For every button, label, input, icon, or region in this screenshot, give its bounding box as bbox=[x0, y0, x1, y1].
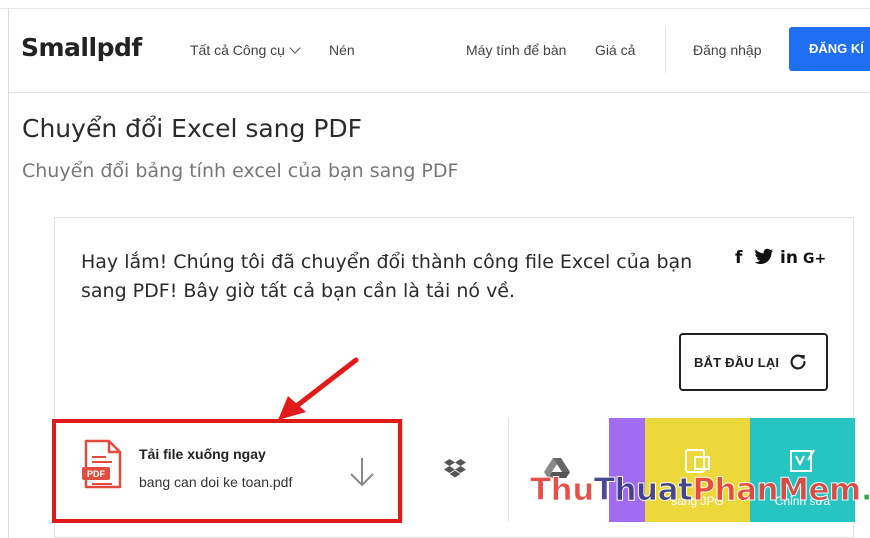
convert-to-jpg-tile[interactable]: sang JPG bbox=[645, 418, 750, 522]
linkedin-share-icon[interactable]: in bbox=[780, 248, 798, 268]
smallpdf-logo[interactable]: Smallpdf bbox=[21, 33, 142, 62]
top-navigation-bar: Smallpdf Tất cả Công cụ Nén Máy tính để … bbox=[9, 9, 870, 93]
result-card: Hay lắm! Chúng tôi đã chuyển đổi thành c… bbox=[54, 217, 855, 538]
pdf-badge-text: PDF bbox=[87, 469, 106, 479]
download-filename: bang can doi ke toan.pdf bbox=[139, 474, 293, 490]
nav-all-tools-label: Tất cả Công cụ bbox=[190, 42, 285, 58]
download-arrow-icon bbox=[350, 458, 374, 487]
facebook-share-icon[interactable]: f bbox=[735, 248, 742, 268]
window-top-edge bbox=[0, 0, 870, 9]
restart-button[interactable]: BẮT ĐẦU LẠI bbox=[679, 333, 828, 391]
google-drive-icon bbox=[544, 458, 570, 478]
dropbox-icon bbox=[444, 459, 466, 478]
success-message: Hay lắm! Chúng tôi đã chuyển đổi thành c… bbox=[81, 251, 693, 302]
login-link[interactable]: Đăng nhập bbox=[693, 42, 762, 58]
download-title: Tải file xuống ngay bbox=[139, 446, 266, 462]
convert-to-jpg-label: sang JPG bbox=[671, 494, 724, 508]
nav-all-tools[interactable]: Tất cả Công cụ bbox=[190, 42, 301, 58]
pdf-file-icon: PDF bbox=[82, 439, 122, 489]
save-to-dropbox-button[interactable] bbox=[402, 418, 508, 522]
google-plus-share-icon[interactable]: G+ bbox=[803, 251, 826, 267]
refresh-icon bbox=[790, 354, 806, 370]
nav-pricing[interactable]: Giá cả bbox=[595, 42, 635, 58]
edit-pdf-tile[interactable]: Chỉnh sửa bbox=[750, 418, 855, 522]
purple-tool-tile[interactable] bbox=[609, 418, 645, 522]
download-now-button[interactable]: PDF Tải file xuống ngay bang can doi ke … bbox=[55, 418, 402, 522]
nav-desktop[interactable]: Máy tính để bàn bbox=[466, 42, 566, 58]
edit-pdf-label: Chỉnh sửa bbox=[774, 494, 831, 508]
watermark-part-4: .vn bbox=[860, 472, 870, 509]
page-subtitle: Chuyển đổi bảng tính excel của bạn sang … bbox=[22, 160, 459, 182]
chevron-down-icon bbox=[289, 42, 301, 54]
image-file-icon bbox=[685, 449, 710, 473]
signup-button[interactable]: ĐĂNG KÍ bbox=[789, 27, 870, 71]
nav-compress[interactable]: Nén bbox=[329, 42, 355, 58]
twitter-share-icon[interactable] bbox=[754, 248, 774, 266]
nav-divider bbox=[665, 27, 666, 73]
edit-icon bbox=[790, 449, 815, 472]
page-title: Chuyển đổi Excel sang PDF bbox=[22, 114, 363, 143]
restart-label: BẮT ĐẦU LẠI bbox=[694, 355, 780, 370]
save-to-google-drive-button[interactable] bbox=[508, 418, 609, 522]
download-actions-row: PDF Tải file xuống ngay bang can doi ke … bbox=[55, 418, 855, 522]
